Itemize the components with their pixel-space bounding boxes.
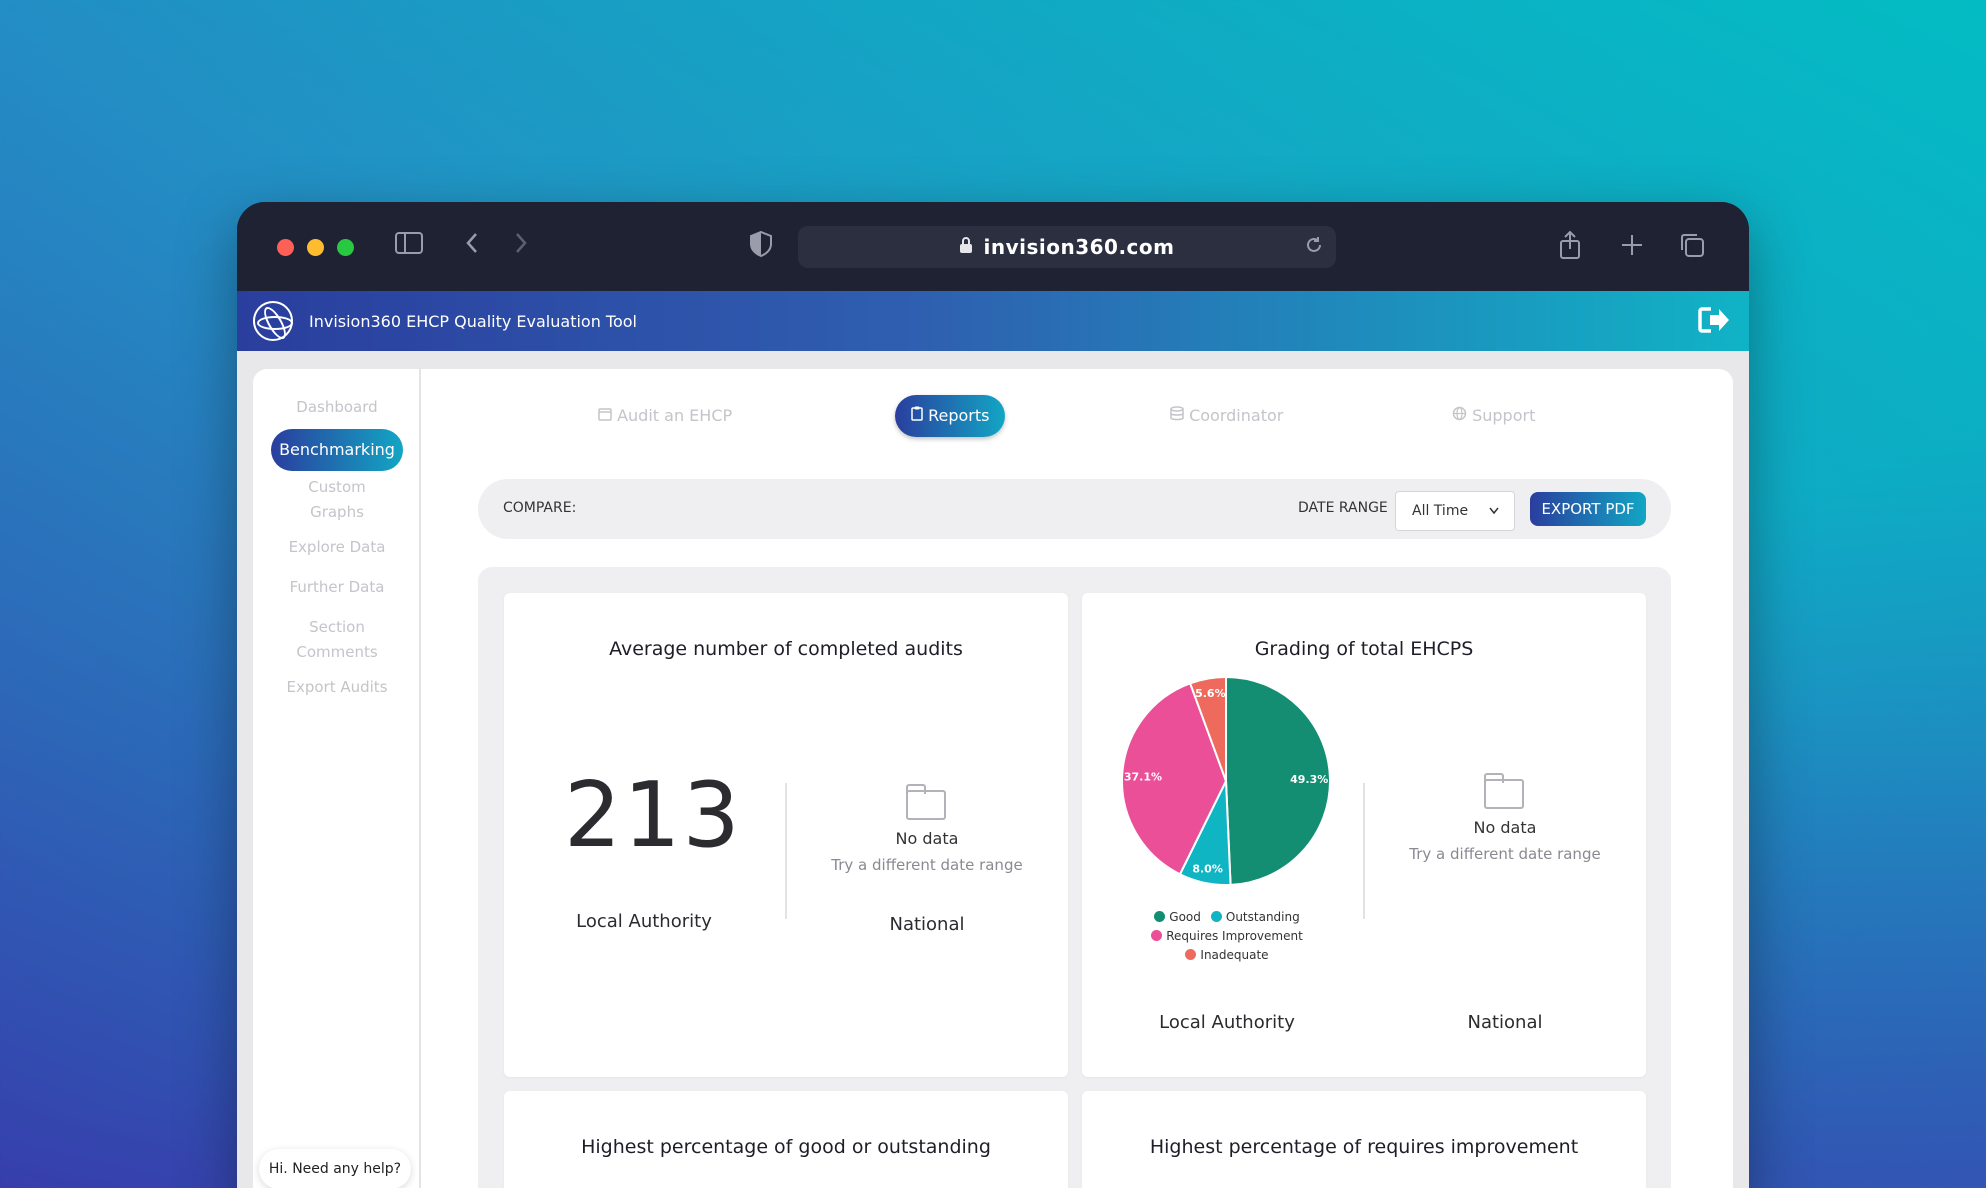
close-window-button[interactable] — [277, 239, 294, 256]
legend-item-outstanding[interactable]: Outstanding — [1210, 909, 1300, 924]
national-label: National — [889, 914, 965, 935]
tab-audit-an-ehcp[interactable]: Audit an EHCP — [598, 395, 732, 437]
help-chat-bubble[interactable]: Hi. Need any help? — [259, 1149, 411, 1188]
folder-icon — [1484, 773, 1524, 809]
legend-label: Inadequate — [1200, 947, 1269, 962]
compare-label: COMPARE: — [503, 500, 577, 516]
chevron-down-icon — [1488, 492, 1500, 545]
local-authority-label: Local Authority — [576, 911, 712, 932]
legend-swatch — [1151, 930, 1163, 941]
tab-label: Support — [1472, 406, 1536, 425]
legend-row: Requires Improvement — [1102, 926, 1352, 945]
card-title: Average number of completed audits — [609, 638, 963, 660]
tab-label: Audit an EHCP — [617, 406, 733, 425]
clipboard-icon — [911, 406, 928, 425]
legend-label: Good — [1169, 909, 1201, 924]
sidebar-item-export-audits[interactable]: Export Audits — [253, 675, 421, 700]
reload-icon[interactable] — [1304, 234, 1324, 261]
card-title: Grading of total EHCPS — [1254, 638, 1474, 660]
audits-count: 213 — [564, 763, 742, 868]
no-data-text: No data — [895, 829, 959, 848]
grading-pie-chart: 49.3% 8.0% 37.1% 5.6% — [1121, 675, 1331, 886]
tab-label: Coordinator — [1189, 406, 1284, 425]
date-range-value: All Time — [1412, 503, 1469, 519]
tab-support[interactable]: Support — [1452, 395, 1535, 437]
legend-row: Good Outstanding — [1102, 907, 1352, 926]
date-range-label: DATE RANGE — [1298, 500, 1388, 516]
sidebar-toggle-icon[interactable] — [394, 230, 424, 265]
card-title: Highest percentage of good or outstandin… — [581, 1136, 991, 1158]
national-label: National — [1467, 1012, 1543, 1033]
forward-icon[interactable] — [511, 230, 531, 265]
filter-bar: COMPARE: DATE RANGE All Time EXPORT PDF — [478, 479, 1671, 539]
url-text: invision360.com — [983, 235, 1175, 259]
tab-reports[interactable]: Reports — [895, 395, 1006, 437]
tab-coordinator[interactable]: Coordinator — [1170, 395, 1283, 437]
minimize-window-button[interactable] — [307, 239, 324, 256]
back-icon[interactable] — [462, 230, 482, 265]
app-content: Dashboard Benchmarking Custom Graphs Exp… — [237, 351, 1749, 1188]
new-tab-icon[interactable] — [1619, 230, 1645, 269]
no-data-hint: Try a different date range — [831, 856, 1023, 874]
export-pdf-button[interactable]: EXPORT PDF — [1530, 492, 1646, 526]
legend-item-requires-improvement[interactable]: Requires Improvement — [1151, 929, 1303, 943]
legend-item-inadequate[interactable]: Inadequate — [1185, 947, 1269, 962]
no-data-text: No data — [1473, 818, 1537, 837]
tab-overview-icon[interactable] — [1677, 230, 1707, 269]
divider — [785, 783, 787, 919]
database-icon — [1170, 406, 1189, 425]
legend-label: Requires Improvement — [1166, 928, 1303, 943]
no-data-hint: Try a different date range — [1409, 845, 1601, 863]
good-outstanding-card: Highest percentage of good or outstandin… — [504, 1091, 1068, 1188]
date-range-select[interactable]: All Time — [1395, 491, 1515, 531]
logout-icon[interactable] — [1697, 305, 1731, 335]
pie-slice-label: 5.6% — [1195, 687, 1226, 700]
legend-label: Outstanding — [1225, 909, 1300, 924]
pie-slice-label: 49.3% — [1290, 773, 1328, 786]
app-title: Invision360 EHCP Quality Evaluation Tool — [309, 311, 637, 331]
legend-swatch — [1185, 949, 1197, 960]
sidebar: Dashboard Benchmarking Custom Graphs Exp… — [253, 369, 421, 1188]
main-panel: Audit an EHCP Reports Coordinator Suppor… — [421, 369, 1733, 1188]
card-title: Highest percentage of requires improveme… — [1149, 1136, 1579, 1158]
pie-slice-label: 8.0% — [1192, 863, 1223, 876]
sidebar-item-section-comments[interactable]: Section Comments — [253, 615, 421, 665]
legend-swatch — [1154, 911, 1166, 922]
share-icon[interactable] — [1557, 230, 1583, 269]
maximize-window-button[interactable] — [337, 239, 354, 256]
legend-item-good[interactable]: Good — [1154, 910, 1201, 924]
browser-titlebar: invision360.com — [237, 202, 1749, 291]
local-authority-label: Local Authority — [1159, 1012, 1295, 1033]
sidebar-item-dashboard[interactable]: Dashboard — [253, 395, 421, 420]
browser-window: invision360.com Invision360 EHCP Quality… — [237, 202, 1749, 1188]
sidebar-item-further-data[interactable]: Further Data — [253, 575, 421, 600]
app-header: Invision360 EHCP Quality Evaluation Tool — [237, 291, 1749, 351]
requires-improvement-card: Highest percentage of requires improveme… — [1082, 1091, 1646, 1188]
pie-legend: Good Outstanding Requires Improvement In… — [1102, 907, 1352, 964]
privacy-shield-icon[interactable] — [749, 230, 773, 267]
calendar-icon — [598, 406, 617, 425]
sidebar-item-benchmarking[interactable]: Benchmarking — [271, 429, 403, 471]
tab-label: Reports — [928, 406, 990, 425]
folder-icon — [906, 784, 946, 820]
globe-icon — [1452, 406, 1472, 425]
legend-row: Inadequate — [1102, 945, 1352, 964]
address-bar[interactable]: invision360.com — [798, 226, 1336, 268]
sidebar-item-explore-data[interactable]: Explore Data — [253, 535, 421, 560]
completed-audits-card: Average number of completed audits 213 L… — [504, 593, 1068, 1077]
pie-slice-label: 37.1% — [1124, 771, 1162, 784]
atom-logo-icon — [253, 301, 293, 341]
top-navigation: Audit an EHCP Reports Coordinator Suppor… — [421, 395, 1733, 437]
grading-card: Grading of total EHCPS 49.3% 8.0% 37.1% 5.6… — [1082, 593, 1646, 1077]
sidebar-item-custom-graphs[interactable]: Custom Graphs — [253, 475, 421, 525]
legend-swatch — [1210, 911, 1222, 922]
lock-icon — [959, 236, 973, 258]
report-cards-area: Average number of completed audits 213 L… — [478, 567, 1671, 1188]
